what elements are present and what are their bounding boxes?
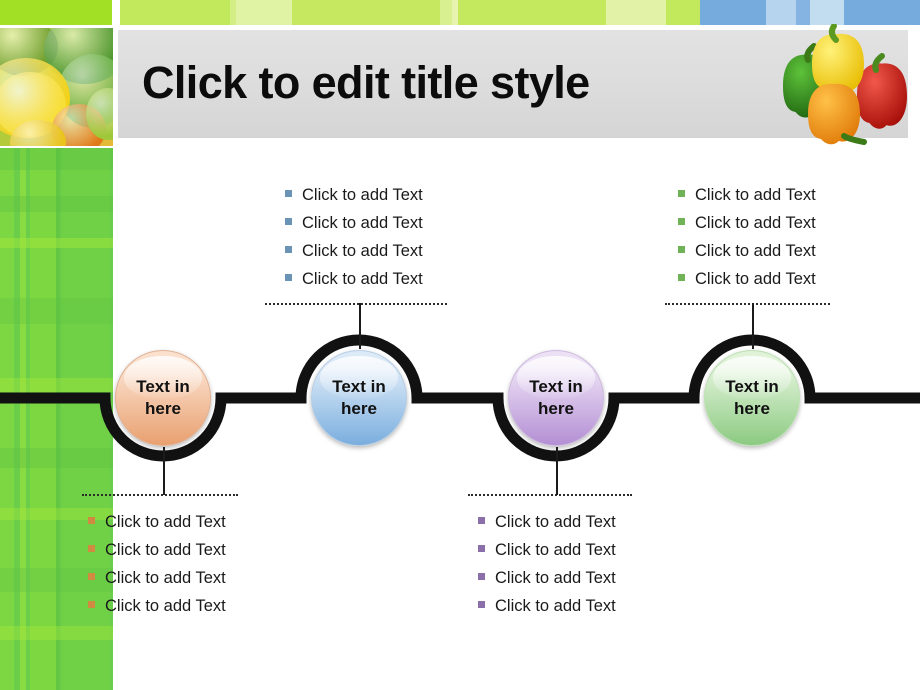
orange-pepper-stem — [841, 133, 867, 145]
page-title[interactable]: Click to edit title style — [142, 57, 590, 109]
bullets-bottom-left[interactable]: Click to add Text Click to add Text Click … — [88, 513, 226, 625]
node-label-line2: here — [734, 399, 770, 418]
bullets-bottom-right[interactable]: Click to add Text Click to add Text Click … — [478, 513, 616, 625]
bullet-text: Click to add Text — [302, 186, 423, 204]
node-label-line1: Text in — [725, 377, 779, 397]
bullet-list-item[interactable]: Click to add Text — [285, 270, 423, 289]
bullet-list-item[interactable]: Click to add Text — [478, 541, 616, 560]
timeline-node-1[interactable]: Text in here — [115, 350, 211, 446]
bullets-top-left[interactable]: Click to add Text Click to add Text Click … — [285, 186, 423, 298]
bullet-text: Click to add Text — [302, 214, 423, 232]
bullet-list-item[interactable]: Click to add Text — [88, 513, 226, 532]
stripe-segment — [700, 0, 766, 25]
plaid-horizontal-band — [0, 238, 113, 248]
bullet-square-icon — [478, 545, 485, 552]
bullet-square-icon — [678, 246, 685, 253]
bullet-list-item[interactable]: Click to add Text — [678, 242, 816, 261]
bullet-text: Click to add Text — [302, 242, 423, 260]
bullet-text: Click to add Text — [495, 569, 616, 587]
bullet-text: Click to add Text — [302, 270, 423, 288]
bullet-list-item[interactable]: Click to add Text — [285, 186, 423, 205]
bullet-square-icon — [478, 573, 485, 580]
node-label: Text in here — [332, 376, 386, 420]
bullet-list-item[interactable]: Click to add Text — [285, 242, 423, 261]
bullet-square-icon — [285, 218, 292, 225]
bullet-square-icon — [88, 545, 95, 552]
bullet-list-item[interactable]: Click to add Text — [678, 270, 816, 289]
stripe-segment — [0, 0, 112, 25]
bullet-text: Click to add Text — [105, 541, 226, 559]
bullet-text: Click to add Text — [495, 541, 616, 559]
citrus-fruit-image — [0, 28, 113, 146]
bullets-top-right[interactable]: Click to add Text Click to add Text Click … — [678, 186, 816, 298]
stripe-segment — [766, 0, 796, 25]
timeline-node-4[interactable]: Text in here — [704, 350, 800, 446]
bullet-text: Click to add Text — [105, 513, 226, 531]
stripe-segment — [796, 0, 810, 25]
bell-peppers-image — [778, 23, 920, 150]
node-label: Text in here — [136, 376, 190, 420]
bullet-list-item[interactable]: Click to add Text — [285, 214, 423, 233]
bullet-square-icon — [88, 573, 95, 580]
bullet-list-item[interactable]: Click to add Text — [678, 214, 816, 233]
bullet-list-item[interactable]: Click to add Text — [88, 541, 226, 560]
node-label-line2: here — [538, 399, 574, 418]
bullet-square-icon — [88, 517, 95, 524]
bullet-square-icon — [88, 601, 95, 608]
stripe-segment — [844, 0, 920, 25]
plaid-horizontal-band — [0, 626, 113, 640]
stripe-segment — [458, 0, 606, 25]
bullet-square-icon — [678, 274, 685, 281]
bullet-square-icon — [285, 190, 292, 197]
red-pepper — [857, 63, 907, 129]
bullet-square-icon — [678, 218, 685, 225]
bullet-square-icon — [478, 517, 485, 524]
bullet-text: Click to add Text — [695, 242, 816, 260]
bullet-square-icon — [678, 190, 685, 197]
plaid-horizontal-band — [0, 148, 113, 170]
node-label-line2: here — [341, 399, 377, 418]
bullet-square-icon — [285, 274, 292, 281]
bullet-list-item[interactable]: Click to add Text — [478, 597, 616, 616]
node-label-line1: Text in — [136, 377, 190, 397]
bullet-list-item[interactable]: Click to add Text — [678, 186, 816, 205]
bullet-square-icon — [478, 601, 485, 608]
bullet-text: Click to add Text — [105, 569, 226, 587]
timeline-node-3[interactable]: Text in here — [508, 350, 604, 446]
bullet-square-icon — [285, 246, 292, 253]
bullet-text: Click to add Text — [495, 513, 616, 531]
bullet-list-item[interactable]: Click to add Text — [88, 569, 226, 588]
bullet-text: Click to add Text — [695, 270, 816, 288]
bullet-list-item[interactable]: Click to add Text — [478, 513, 616, 532]
stripe-segment — [606, 0, 666, 25]
bullet-list-item[interactable]: Click to add Text — [88, 597, 226, 616]
bullet-text: Click to add Text — [105, 597, 226, 615]
bullet-text: Click to add Text — [695, 186, 816, 204]
node-label: Text in here — [529, 376, 583, 420]
stripe-segment — [236, 0, 292, 25]
stripe-segment — [666, 0, 700, 25]
stripe-segment — [810, 0, 844, 25]
top-stripe-band — [0, 0, 920, 25]
orange-pepper — [808, 83, 860, 145]
connector-dotted-line — [468, 494, 632, 496]
node-label-line1: Text in — [529, 377, 583, 397]
node-label-line1: Text in — [332, 377, 386, 397]
stripe-segment — [112, 0, 120, 25]
bullet-list-item[interactable]: Click to add Text — [478, 569, 616, 588]
yellow-pepper-stem — [828, 23, 839, 43]
bullet-text: Click to add Text — [695, 214, 816, 232]
stripe-segment — [440, 0, 452, 25]
plaid-horizontal-band — [0, 196, 113, 212]
peppers-svg — [783, 23, 907, 145]
stripe-segment — [292, 0, 440, 25]
node-label: Text in here — [725, 376, 779, 420]
timeline-node-2[interactable]: Text in here — [311, 350, 407, 446]
node-label-line2: here — [145, 399, 181, 418]
stripe-segment — [120, 0, 230, 25]
bullet-text: Click to add Text — [495, 597, 616, 615]
